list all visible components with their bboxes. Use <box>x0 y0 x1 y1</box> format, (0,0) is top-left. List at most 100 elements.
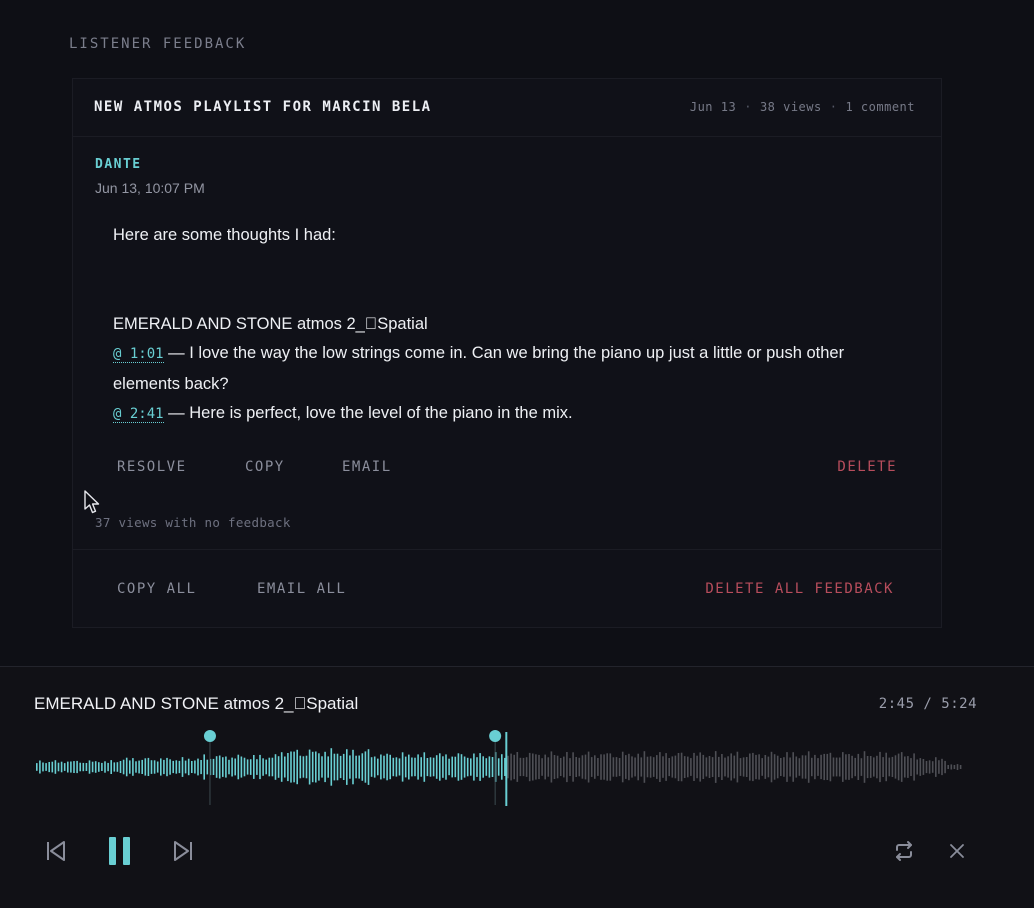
waveform-bar <box>73 761 75 773</box>
waveform-bar <box>956 764 959 770</box>
waveform-bar <box>941 758 943 776</box>
waveform-bar <box>346 749 348 785</box>
waveform-bar <box>172 760 174 774</box>
waveform-bar <box>711 757 714 777</box>
waveform-bar <box>563 756 565 778</box>
pause-icon[interactable] <box>107 836 133 866</box>
skip-previous-icon[interactable] <box>45 840 67 862</box>
skip-next-icon[interactable] <box>172 840 194 862</box>
waveform-bar <box>823 753 825 781</box>
waveform-bar <box>587 751 590 783</box>
waveform-bar <box>262 758 264 776</box>
waveform-bar <box>904 756 906 778</box>
waveform-bar <box>615 757 618 777</box>
waveform-bar <box>907 756 909 778</box>
waveform-bar <box>470 758 472 776</box>
waveform-bar <box>513 754 515 780</box>
copy-button[interactable]: COPY <box>245 459 285 475</box>
comment-intro: Here are some thoughts I had: <box>113 226 336 244</box>
waveform-bar <box>510 753 512 781</box>
waveform-bar <box>944 760 946 774</box>
comment-body: Here are some thoughts I had: EMERALD AN… <box>113 221 913 430</box>
waveform-bar <box>212 758 215 775</box>
waveform-bar <box>649 756 652 778</box>
waveform-bar <box>634 757 636 777</box>
waveform-bar <box>516 752 519 782</box>
playlist-title: NEW ATMOS PLAYLIST FOR MARCIN BELA <box>94 99 432 115</box>
waveform-bar <box>696 755 698 779</box>
waveform-bar <box>463 756 466 778</box>
waveform-bar <box>349 755 351 779</box>
waveform-bar <box>466 757 469 777</box>
waveform-bar <box>197 758 199 776</box>
waveform-bar <box>333 753 336 781</box>
waveform-bar <box>218 755 221 779</box>
note-text: — Here is perfect, love the level of the… <box>163 404 573 422</box>
waveform-bar <box>507 755 509 779</box>
player-bar: EMERALD AND STONE atmos 2_Spatial 2:45 … <box>0 666 1034 908</box>
waveform-bar <box>581 755 584 779</box>
waveform-bar <box>339 755 342 779</box>
waveform-bar <box>721 754 723 780</box>
waveform-bar <box>243 757 246 777</box>
waveform-bar <box>652 757 655 777</box>
waveform-bar <box>259 754 261 780</box>
waveform-bar <box>959 765 962 769</box>
waveform-bar <box>88 760 91 774</box>
waveform-bar <box>82 762 85 772</box>
waveform-bar <box>284 756 286 778</box>
repeat-icon[interactable] <box>892 839 916 863</box>
meta-comments: 1 comment <box>845 100 915 114</box>
waveform-bar <box>457 753 460 781</box>
waveform-bar <box>318 753 320 781</box>
waveform-bar <box>98 762 100 772</box>
waveform-bar <box>807 751 810 783</box>
waveform-bar <box>302 756 305 778</box>
waveform-bar <box>342 753 345 780</box>
waveform-bar <box>321 756 323 778</box>
waveform-bar <box>163 759 165 775</box>
waveform-bar <box>873 757 875 777</box>
waveform-bar <box>501 754 503 780</box>
waveform-bar <box>181 757 184 777</box>
copy-all-button[interactable]: COPY ALL <box>117 581 196 597</box>
email-all-button[interactable]: EMAIL ALL <box>257 581 346 597</box>
waveform-bar <box>147 757 150 776</box>
meta-separator: · <box>829 100 838 114</box>
waveform-bar <box>687 756 689 778</box>
delete-all-feedback-button[interactable]: DELETE ALL FEEDBACK <box>705 581 894 597</box>
waveform-bar <box>442 756 444 778</box>
waveform-bar <box>361 753 364 781</box>
resolve-button[interactable]: RESOLVE <box>117 459 187 475</box>
waveform-bar <box>122 759 125 775</box>
waveform-bar <box>845 754 847 780</box>
waveform-bar <box>547 757 550 777</box>
waveform-bar <box>482 756 484 778</box>
timestamp-link[interactable]: @ 2:41 <box>113 406 164 423</box>
delete-button[interactable]: DELETE <box>837 459 897 475</box>
waveform-bar <box>528 752 531 782</box>
waveform-bar <box>795 756 798 778</box>
waveform-bar <box>36 763 38 771</box>
waveform-bar <box>773 754 776 780</box>
waveform-bar <box>330 748 333 786</box>
waveform[interactable] <box>0 722 1034 812</box>
waveform-bar <box>473 753 475 781</box>
waveform-bar <box>637 753 639 781</box>
waveform-bar <box>702 754 705 779</box>
waveform-bar <box>206 759 209 775</box>
waveform-bar <box>950 764 953 770</box>
timestamp-link[interactable]: @ 1:01 <box>113 346 164 363</box>
email-button[interactable]: EMAIL <box>342 459 392 475</box>
close-icon[interactable] <box>948 842 966 860</box>
waveform-bar <box>628 753 630 781</box>
waveform-bar <box>656 755 658 779</box>
waveform-bar <box>439 753 441 781</box>
waveform-bar <box>311 751 314 783</box>
waveform-bar <box>129 760 131 774</box>
waveform-bar <box>308 749 311 785</box>
waveform-bar <box>519 757 522 777</box>
waveform-bar <box>445 754 447 780</box>
waveform-bar <box>367 749 370 785</box>
track-title: EMERALD AND STONE atmos 2_Spatial <box>34 694 358 713</box>
